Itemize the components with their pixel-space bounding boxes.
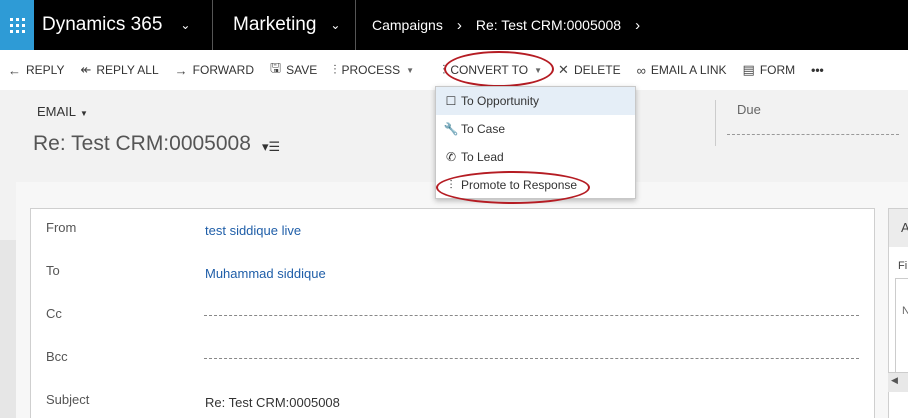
scroll-left-arrow-icon[interactable]: ◀: [891, 375, 898, 386]
due-field[interactable]: [727, 134, 899, 135]
more-icon: •••: [811, 63, 824, 77]
reply-button[interactable]: ← REPLY: [0, 50, 72, 90]
reply-arrow-icon: ←: [8, 62, 21, 78]
chevron-down-icon: ⌄: [330, 18, 341, 32]
menu-item-label: To Case: [461, 122, 506, 136]
to-field[interactable]: Muhammad siddique: [205, 266, 326, 281]
menu-item-to-opportunity[interactable]: ☐ To Opportunity: [436, 87, 635, 115]
more-commands-button[interactable]: •••: [803, 50, 832, 90]
waffle-icon: [9, 17, 25, 33]
menu-item-label: To Opportunity: [461, 94, 540, 108]
convert-to-label: CONVERT TO: [450, 63, 529, 77]
from-field[interactable]: test siddique live: [205, 223, 301, 238]
convert-to-menu: ☐ To Opportunity 🔧 To Case ✆ To Lead ⫶ P…: [435, 86, 636, 199]
convert-icon: ⫶: [442, 62, 446, 77]
record-set-navigator-icon[interactable]: ▾☰: [262, 139, 280, 155]
module-name: Marketing: [233, 14, 317, 35]
page-title: Re: Test CRM:0005008: [33, 132, 251, 155]
cc-field[interactable]: [204, 315, 859, 316]
chevron-right-icon: ›: [456, 16, 462, 34]
subject-field[interactable]: Re: Test CRM:0005008: [205, 395, 340, 410]
entity-type-selector[interactable]: EMAIL ▼: [37, 104, 88, 119]
email-a-link-button[interactable]: ∞ EMAIL A LINK: [629, 50, 735, 90]
delete-button[interactable]: ✕ DELETE: [550, 50, 629, 90]
caret-down-icon: ▼: [406, 65, 415, 75]
menu-item-to-case[interactable]: 🔧 To Case: [436, 115, 635, 143]
forward-label: FORWARD: [192, 63, 254, 77]
side-panel-content-text: N: [902, 305, 908, 317]
menu-item-to-lead[interactable]: ✆ To Lead: [436, 143, 635, 171]
email-form-section: [30, 208, 875, 418]
form-label: FORM: [759, 63, 796, 77]
command-bar: ← REPLY ↞ REPLY ALL → FORWARD 🖫 SAVE ⫶ P…: [0, 50, 908, 90]
link-icon: ∞: [636, 62, 646, 78]
bcc-label: Bcc: [46, 349, 68, 364]
person-icon: ⫶: [449, 177, 453, 192]
chevron-down-icon: ⌄: [180, 18, 191, 32]
app-switcher[interactable]: Dynamics 365 ⌄: [34, 0, 212, 50]
cc-label: Cc: [46, 306, 62, 321]
delete-x-icon: ✕: [558, 62, 569, 77]
side-panel-content: [895, 278, 908, 374]
wrench-icon: 🔧: [443, 122, 459, 136]
side-panel-title: A: [901, 220, 908, 235]
due-label: Due: [737, 102, 761, 117]
process-label: PROCESS: [341, 63, 401, 77]
forward-arrow-icon: →: [174, 62, 188, 78]
phone-icon: ✆: [445, 150, 457, 164]
side-panel-tab[interactable]: Fi: [898, 260, 907, 272]
breadcrumb: Campaigns › Re: Test CRM:0005008 ›: [356, 0, 654, 50]
chevron-right-icon[interactable]: ›: [635, 17, 640, 34]
menu-item-label: Promote to Response: [461, 178, 578, 192]
save-icon: 🖫: [270, 60, 282, 75]
save-button[interactable]: 🖫 SAVE: [262, 50, 325, 90]
delete-label: DELETE: [573, 63, 621, 77]
form-icon: ▤: [742, 62, 755, 77]
from-label: From: [46, 220, 77, 235]
menu-item-label: To Lead: [461, 150, 504, 164]
convert-to-button[interactable]: ⫶ CONVERT TO ▼: [434, 50, 550, 90]
opportunity-icon: ☐: [445, 94, 457, 108]
process-button[interactable]: ⫶ PROCESS ▼: [325, 50, 422, 90]
module-switcher[interactable]: Marketing ⌄: [213, 0, 355, 50]
subject-label: Subject: [46, 392, 90, 407]
reply-all-label: REPLY ALL: [96, 63, 159, 77]
save-label: SAVE: [286, 63, 318, 77]
app-name: Dynamics 365: [42, 14, 163, 35]
form-button[interactable]: ▤ FORM: [735, 50, 804, 90]
entity-type-label: EMAIL: [37, 104, 77, 119]
bcc-field[interactable]: [204, 358, 859, 359]
to-label: To: [46, 263, 60, 278]
caret-down-icon: ▼: [80, 109, 88, 118]
email-link-label: EMAIL A LINK: [650, 63, 727, 77]
app-launcher-button[interactable]: [0, 0, 34, 50]
left-gutter-lower: [0, 240, 16, 418]
caret-down-icon: ▼: [534, 65, 543, 75]
header-divider: [715, 100, 716, 146]
reply-label: REPLY: [26, 63, 65, 77]
forward-button[interactable]: → FORWARD: [167, 50, 262, 90]
reply-all-icon: ↞: [80, 62, 92, 77]
breadcrumb-record[interactable]: Re: Test CRM:0005008: [476, 17, 621, 33]
top-nav-bar: Dynamics 365 ⌄ Marketing ⌄ Campaigns › R…: [0, 0, 908, 50]
reply-all-button[interactable]: ↞ REPLY ALL: [72, 50, 166, 90]
process-icon: ⫶: [333, 62, 337, 77]
menu-item-promote-to-response[interactable]: ⫶ Promote to Response: [436, 171, 635, 199]
breadcrumb-campaigns[interactable]: Campaigns: [372, 17, 443, 33]
